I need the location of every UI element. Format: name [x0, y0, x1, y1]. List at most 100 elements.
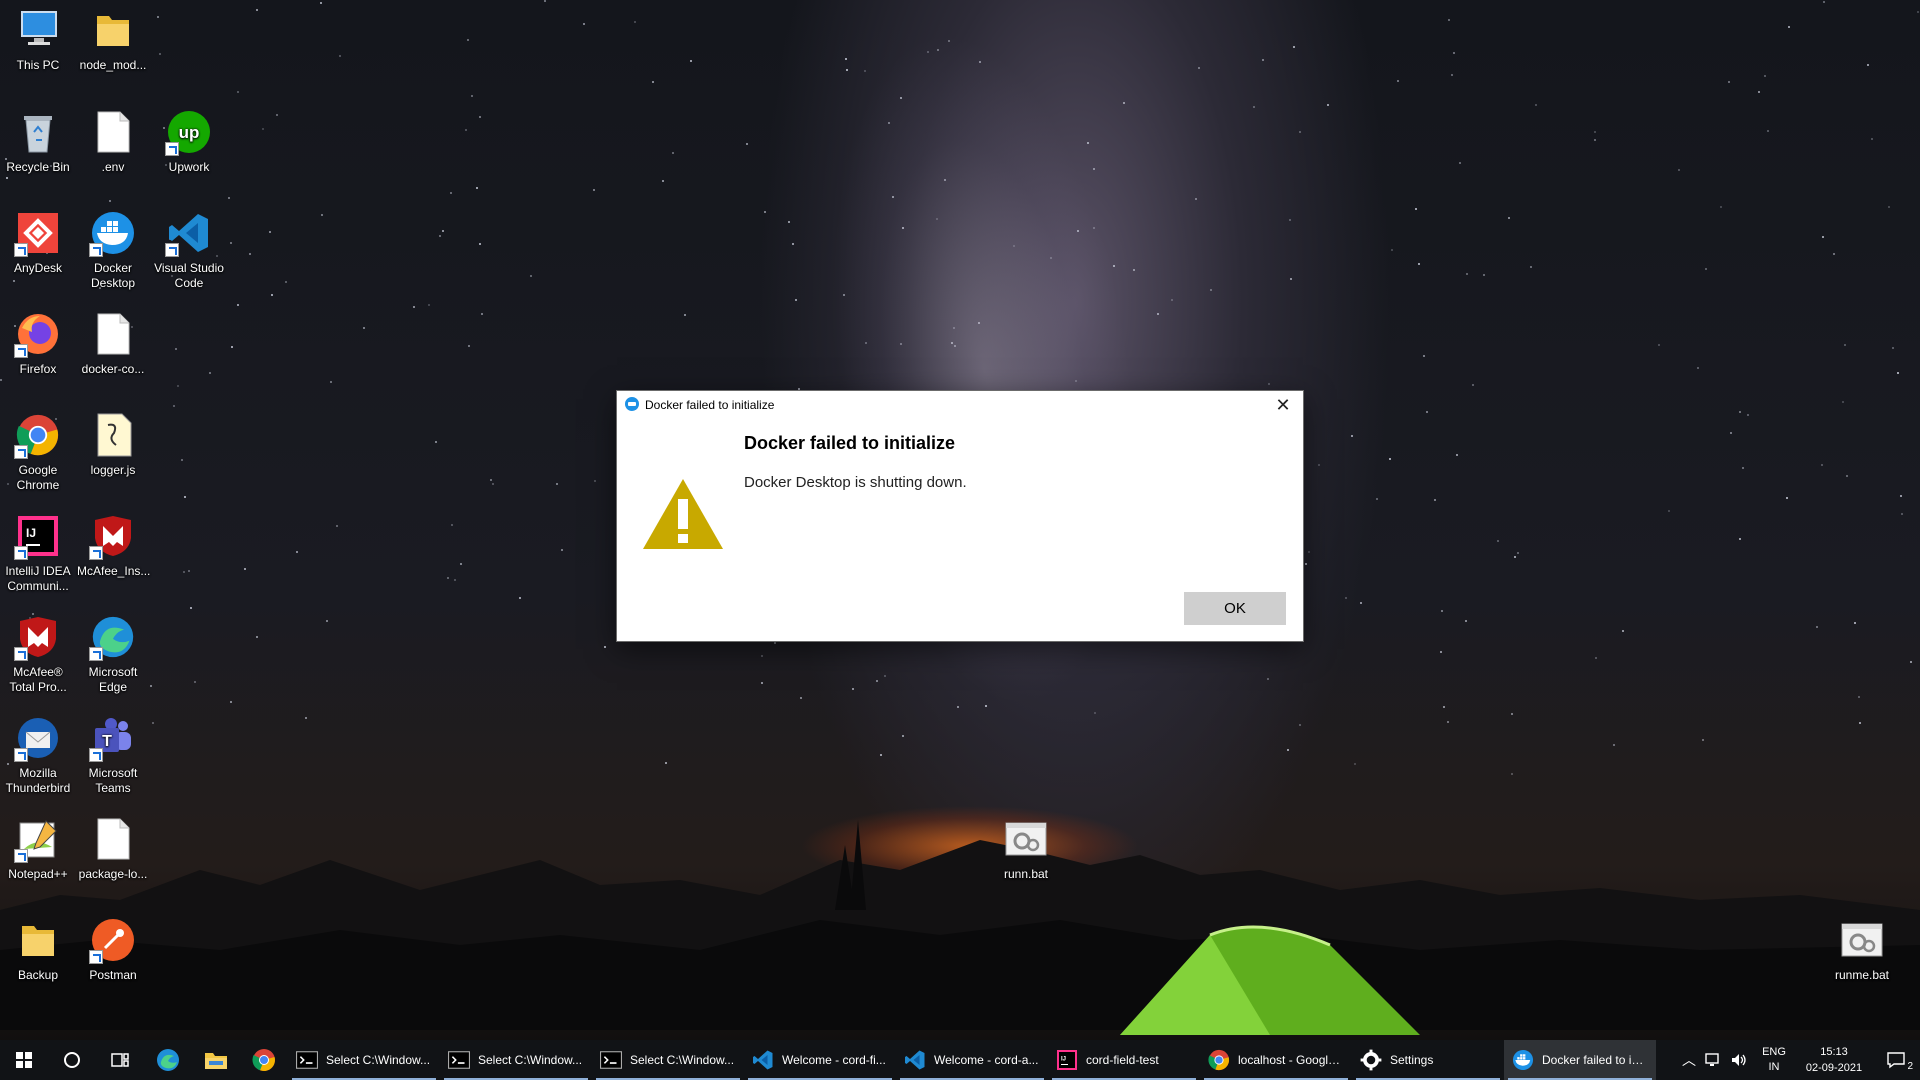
batch-file-icon: [1002, 815, 1050, 863]
network-button[interactable]: [1700, 1040, 1726, 1080]
desktop-icon-label: IntelliJ IDEA Communi...: [5, 564, 71, 593]
svg-text:IJ: IJ: [26, 526, 36, 540]
desktop-icon-label: Firefox: [19, 362, 57, 376]
network-icon: [1705, 1053, 1719, 1066]
desktop-icon[interactable]: Microsoft Edge: [77, 613, 149, 695]
vscode-icon: [165, 209, 213, 257]
taskbar-task[interactable]: localhost - Google...: [1200, 1040, 1352, 1080]
volume-icon: [1732, 1054, 1746, 1066]
shortcut-arrow-icon: [89, 950, 103, 964]
taskbar-task[interactable]: Select C:\Window...: [288, 1040, 440, 1080]
desktop-icon[interactable]: logger.js: [77, 411, 149, 478]
cortana-button[interactable]: [48, 1040, 96, 1080]
close-button[interactable]: ✕: [1269, 393, 1297, 417]
intellij-icon: IJ: [1056, 1049, 1078, 1071]
desktop-icon-label: Notepad++: [8, 867, 68, 881]
taskbar-task[interactable]: Settings: [1352, 1040, 1504, 1080]
language-code: ENG: [1762, 1046, 1786, 1058]
notepadpp-icon: [14, 815, 62, 863]
clock-date: 02-09-2021: [1805, 1062, 1863, 1074]
shortcut-arrow-icon: [165, 142, 179, 156]
taskbar-task[interactable]: IJ cord-field-test: [1048, 1040, 1200, 1080]
desktop-icon[interactable]: up Upwork: [153, 108, 225, 175]
desktop-icon-label: runme.bat: [1834, 968, 1890, 982]
shortcut-arrow-icon: [89, 243, 103, 257]
clock[interactable]: 15:13 02-09-2021: [1796, 1040, 1872, 1080]
svg-text:IJ: IJ: [1061, 1057, 1066, 1063]
desktop-icon-label: McAfee_Ins...: [77, 564, 151, 578]
action-center-button[interactable]: 2: [1872, 1040, 1920, 1080]
desktop-icon-label: .env: [101, 160, 125, 174]
shortcut-arrow-icon: [14, 344, 28, 358]
chrome-icon: [252, 1049, 275, 1072]
taskbar-pin-edge[interactable]: [144, 1040, 192, 1080]
shortcut-arrow-icon: [89, 647, 103, 661]
ok-button[interactable]: OK: [1184, 592, 1286, 625]
desktop-icon-label: node_mod...: [79, 58, 147, 72]
desktop-icon[interactable]: Recycle Bin: [2, 108, 74, 175]
taskbar-pin-file-explorer[interactable]: [192, 1040, 240, 1080]
taskbar-task-label: cord-field-test: [1086, 1053, 1159, 1067]
dialog-titlebar[interactable]: Docker failed to initialize ✕: [617, 391, 1303, 419]
taskbar-task-label: Welcome - cord-fi...: [782, 1053, 886, 1067]
desktop-icon[interactable]: Google Chrome: [2, 411, 74, 493]
desktop-icon[interactable]: McAfee® Total Pro...: [2, 613, 74, 695]
desktop-icon-label: Mozilla Thunderbird: [5, 766, 71, 795]
system-tray: ︿ ENG IN 15:13 02-09-2021 2: [1678, 1040, 1920, 1080]
taskbar-task[interactable]: Select C:\Window...: [592, 1040, 744, 1080]
postman-icon: [89, 916, 137, 964]
desktop-icon[interactable]: T Microsoft Teams: [77, 714, 149, 796]
desktop-icon[interactable]: Docker Desktop: [77, 209, 149, 291]
desktop-icon-label: runn.bat: [1003, 867, 1049, 881]
desktop-icon-label: Recycle Bin: [6, 160, 70, 174]
desktop-icon[interactable]: runme.bat: [1826, 916, 1898, 983]
taskbar-task[interactable]: Select C:\Window...: [440, 1040, 592, 1080]
batch-file-icon: [1838, 916, 1886, 964]
intellij-icon: IJ: [14, 512, 62, 560]
desktop-icon-label: Microsoft Edge: [88, 665, 138, 694]
desktop-icon[interactable]: runn.bat: [990, 815, 1062, 882]
show-hidden-icons-button[interactable]: ︿: [1678, 1040, 1700, 1080]
shortcut-arrow-icon: [14, 849, 28, 863]
edge-icon: [157, 1049, 179, 1071]
desktop-icon[interactable]: Notepad++: [2, 815, 74, 882]
terminal-icon: [448, 1049, 470, 1071]
desktop-icon[interactable]: Firefox: [2, 310, 74, 377]
terminal-icon: [296, 1049, 318, 1071]
desktop-icon[interactable]: Visual Studio Code: [153, 209, 225, 291]
taskbar: Select C:\Window... Select C:\Window... Se…: [0, 1040, 1920, 1080]
desktop-icon[interactable]: McAfee_Ins...: [77, 512, 151, 579]
close-icon: ✕: [1275, 394, 1291, 415]
start-button[interactable]: [0, 1040, 48, 1080]
desktop-icon[interactable]: Postman: [77, 916, 149, 983]
desktop-icon[interactable]: package-lo...: [77, 815, 149, 882]
desktop-icon[interactable]: .env: [77, 108, 149, 175]
desktop-icon-label: Visual Studio Code: [154, 261, 224, 290]
desktop-icon[interactable]: Mozilla Thunderbird: [2, 714, 74, 796]
warning-icon: [643, 479, 723, 549]
desktop-icon-label: Docker Desktop: [90, 261, 136, 290]
desktop-icon[interactable]: node_mod...: [77, 6, 149, 73]
dialog-heading: Docker failed to initialize: [744, 433, 956, 453]
desktop-icon[interactable]: AnyDesk: [2, 209, 74, 276]
edge-icon: [89, 613, 137, 661]
folder-icon: [89, 6, 137, 54]
taskbar-pin-chrome[interactable]: [240, 1040, 288, 1080]
desktop-icon[interactable]: This PC: [2, 6, 74, 73]
taskbar-task-label: Docker failed to in...: [1542, 1053, 1648, 1067]
task-view-button[interactable]: [96, 1040, 144, 1080]
shortcut-arrow-icon: [89, 748, 103, 762]
taskbar-task[interactable]: Welcome - cord-fi...: [744, 1040, 896, 1080]
terminal-icon: [600, 1049, 622, 1071]
taskbar-task[interactable]: Welcome - cord-a...: [896, 1040, 1048, 1080]
desktop-icon[interactable]: Backup: [2, 916, 74, 983]
taskbar-task[interactable]: Docker failed to in...: [1504, 1040, 1656, 1080]
mcafee-icon: [14, 613, 62, 661]
taskbar-task-label: Settings: [1390, 1053, 1434, 1067]
language-indicator[interactable]: ENG IN: [1752, 1040, 1796, 1080]
desktop-icon[interactable]: IJ IntelliJ IDEA Communi...: [2, 512, 74, 594]
volume-button[interactable]: [1726, 1040, 1752, 1080]
desktop-icon[interactable]: docker-co...: [77, 310, 149, 377]
desktop-icon-label: logger.js: [90, 463, 136, 477]
vscode-icon: [752, 1049, 774, 1071]
